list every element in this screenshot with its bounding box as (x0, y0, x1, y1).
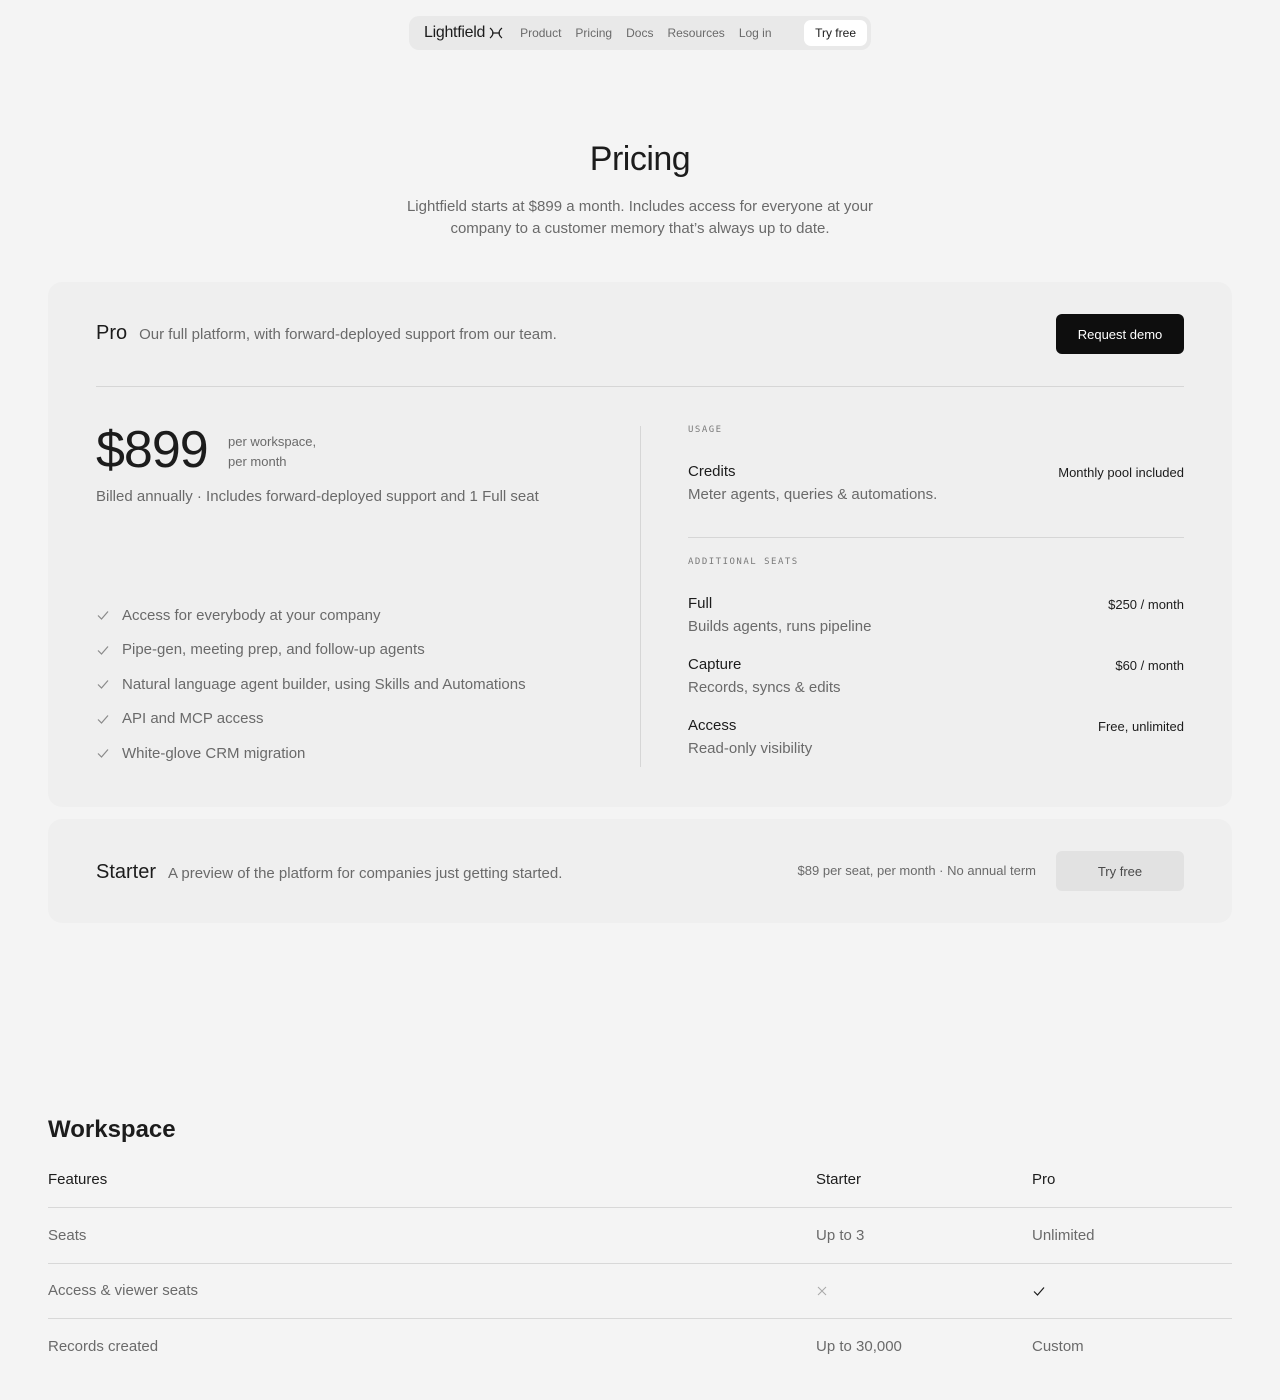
column-divider (640, 426, 641, 767)
starter-cell: Up to 3 (816, 1226, 865, 1244)
nav-link-docs[interactable]: Docs (626, 26, 653, 40)
seat-desc: Read-only visibility (688, 740, 813, 757)
table-header-row: Features Starter Pro (48, 1152, 1232, 1208)
check-icon (97, 611, 109, 621)
price-unit-line: per workspace, (228, 434, 317, 449)
try-free-button[interactable]: Try free (1056, 851, 1184, 891)
column-header-pro: Pro (1032, 1171, 1056, 1188)
table-row: Records created Up to 30,000 Custom (48, 1319, 1232, 1375)
logo[interactable]: Lightfield (424, 24, 503, 42)
divider (688, 537, 1184, 538)
top-nav: Lightfield Product Pricing Docs Resource… (409, 16, 871, 50)
seat-desc: Builds agents, runs pipeline (688, 618, 872, 635)
seat-name: Full (688, 595, 713, 612)
feature-item: Natural language agent builder, using Sk… (96, 667, 526, 702)
pro-cell: Custom (1032, 1338, 1084, 1356)
starter-cell: Up to 30,000 (816, 1338, 902, 1356)
check-icon (97, 680, 109, 690)
seats-section: ADDITIONAL SEATS (688, 557, 1184, 567)
feature-item: Pipe-gen, meeting prep, and follow-up ag… (96, 633, 526, 668)
nav-link-pricing[interactable]: Pricing (575, 26, 612, 40)
check-icon (97, 749, 109, 759)
starter-cell (816, 1264, 828, 1319)
pro-plan-header: Pro Our full platform, with forward-depl… (96, 322, 557, 345)
nav-link-product[interactable]: Product (520, 26, 561, 40)
usage-desc: Meter agents, queries & automations. (688, 486, 938, 503)
usage-name: Credits (688, 463, 736, 480)
x-icon (817, 1286, 827, 1296)
seat-price: $60 / month (1115, 658, 1184, 673)
feature-item: White-glove CRM migration (96, 736, 526, 771)
pro-plan-description: Our full platform, with forward-deployed… (139, 326, 557, 343)
starter-plan-description: A preview of the platform for companies … (168, 865, 563, 882)
starter-plan-card: Starter A preview of the platform for co… (48, 819, 1232, 923)
pro-plan-name: Pro (96, 322, 128, 344)
feature-cell: Seats (48, 1226, 87, 1244)
usage-value: Monthly pool included (1058, 465, 1184, 480)
starter-plan-name: Starter (96, 861, 157, 883)
feature-label: Access for everybody at your company (122, 606, 381, 624)
pro-feature-list: Access for everybody at your company Pip… (96, 598, 526, 771)
workspace-title: Workspace (48, 1116, 176, 1143)
try-free-nav-button[interactable]: Try free (804, 20, 867, 46)
table-row: Access & viewer seats (48, 1264, 1232, 1319)
feature-item: Access for everybody at your company (96, 598, 526, 633)
seats-label: ADDITIONAL SEATS (688, 557, 799, 567)
page-title: Pricing (589, 140, 691, 178)
seat-desc: Records, syncs & edits (688, 679, 841, 696)
usage-section: USAGE (688, 425, 1184, 435)
pro-price-unit: per workspace, per month (228, 432, 348, 472)
pro-price: $899 (96, 421, 209, 479)
check-icon (97, 714, 109, 724)
seat-row-capture: Capture Records, syncs & edits $60 / mon… (688, 656, 1184, 717)
feature-label: Pipe-gen, meeting prep, and follow-up ag… (122, 641, 425, 659)
billing-note: Billed annually · Includes forward-deplo… (96, 488, 539, 505)
usage-row-credits: Credits Meter agents, queries & automati… (688, 463, 1184, 524)
seat-row-access: Access Read-only visibility Free, unlimi… (688, 717, 1184, 778)
feature-label: API and MCP access (122, 710, 264, 728)
seat-row-full: Full Builds agents, runs pipeline $250 /… (688, 595, 1184, 656)
feature-label: White-glove CRM migration (122, 744, 306, 762)
seat-name: Access (688, 717, 737, 734)
feature-cell: Records created (48, 1338, 159, 1356)
divider (96, 386, 1184, 387)
feature-item: API and MCP access (96, 702, 526, 737)
seat-name: Capture (688, 656, 742, 673)
pro-cell: Unlimited (1032, 1226, 1095, 1244)
price-unit-line: per month (228, 454, 287, 469)
check-icon (1033, 1286, 1045, 1296)
check-icon (97, 645, 109, 655)
seat-price: Free, unlimited (1098, 719, 1184, 734)
column-header-starter: Starter (816, 1171, 862, 1188)
feature-cell: Access & viewer seats (48, 1282, 199, 1300)
seat-price: $250 / month (1108, 597, 1184, 612)
page-subtitle: Lightfield starts at $899 a month. Inclu… (406, 198, 874, 237)
pro-cell (1032, 1264, 1046, 1319)
table-row: Seats Up to 3 Unlimited (48, 1208, 1232, 1264)
logo-text: Lightfield (424, 24, 486, 41)
comparison-table: Features Starter Pro Seats Up to 3 Unlim… (48, 1152, 1232, 1375)
nav-link-login[interactable]: Log in (739, 26, 772, 40)
nav-link-resources[interactable]: Resources (667, 26, 724, 40)
feature-label: Natural language agent builder, using Sk… (122, 675, 526, 693)
starter-price-note: $89 per seat, per month · No annual term (797, 863, 1036, 878)
starter-plan-header: Starter A preview of the platform for co… (96, 861, 562, 884)
request-demo-button[interactable]: Request demo (1056, 314, 1184, 354)
logo-mark-icon (489, 27, 503, 39)
pro-plan-card: Pro Our full platform, with forward-depl… (48, 282, 1232, 807)
usage-label: USAGE (688, 425, 723, 435)
column-header-features: Features (48, 1171, 108, 1188)
